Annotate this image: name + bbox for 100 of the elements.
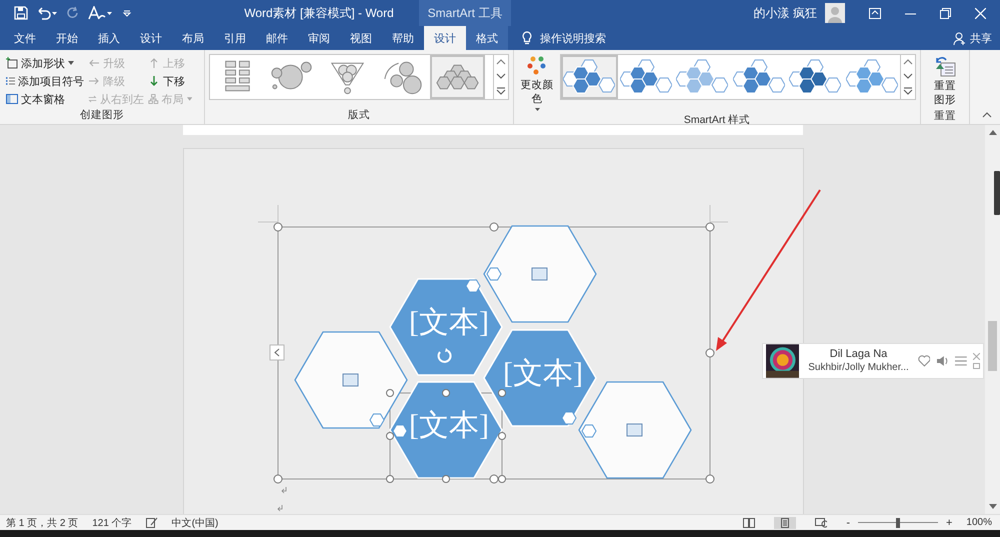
ribbon-tab[interactable]: 设计 (130, 26, 172, 50)
rotate-handle-icon[interactable] (438, 348, 452, 363)
left-arrow-icon (88, 57, 100, 69)
ribbon-tab[interactable]: 邮件 (256, 26, 298, 50)
speaker-icon[interactable] (936, 355, 950, 367)
user-name[interactable]: 的小漾 疯狂 (754, 4, 817, 22)
collapse-ribbon-icon[interactable] (982, 112, 992, 118)
resize-handle[interactable] (442, 475, 450, 483)
resize-handle[interactable] (274, 474, 282, 484)
resize-handle[interactable] (498, 389, 506, 397)
person-icon[interactable] (953, 32, 966, 44)
reset-graphic-button[interactable]: 重置图形 (925, 54, 965, 110)
up-arrow-icon (148, 57, 160, 69)
paragraph-mark-icon (277, 504, 282, 512)
ribbon-command[interactable]: 文本窗格 (4, 90, 86, 108)
small-hexagon (581, 424, 597, 438)
small-hexagon (392, 424, 408, 438)
vertical-scrollbar[interactable] (985, 125, 1000, 514)
side-panel-handle[interactable] (994, 171, 1000, 215)
ribbon-tab[interactable]: 视图 (340, 26, 382, 50)
caret-icon (534, 108, 540, 111)
ribbon-tab[interactable]: 插入 (88, 26, 130, 50)
down-arrow-icon (148, 75, 160, 87)
small-hexagon (465, 280, 481, 292)
scroll-down-icon[interactable] (988, 504, 996, 510)
resize-handle[interactable] (706, 474, 714, 484)
scroll-thumb[interactable] (988, 321, 997, 371)
window-title: Word素材 [兼容模式] - Word (243, 4, 395, 22)
page-count[interactable]: 第 1 页，共 2 页 (6, 516, 78, 530)
mini-mode-icon[interactable] (973, 363, 980, 369)
scroll-up-icon[interactable] (496, 59, 506, 65)
view-button[interactable] (774, 516, 796, 528)
heart-icon[interactable] (918, 355, 930, 367)
view-icon (779, 518, 792, 528)
resize-handle[interactable] (386, 475, 394, 483)
caret-icon (186, 97, 192, 101)
small-hexagon (486, 268, 502, 280)
add-shape-icon (6, 57, 18, 69)
layout-option[interactable] (430, 55, 485, 99)
scroll-up-icon[interactable] (903, 59, 914, 65)
song-artist: Sukhbir/Jolly Mukher... (808, 361, 909, 375)
ribbon-tab[interactable]: 布局 (172, 26, 214, 50)
resize-handle[interactable] (706, 348, 714, 358)
expand-text-pane-icon[interactable] (270, 344, 284, 360)
resize-handle[interactable] (386, 432, 394, 440)
text-format-icon[interactable] (88, 6, 114, 20)
resize-handle[interactable] (490, 222, 498, 232)
scroll-down-icon[interactable] (496, 73, 506, 79)
swap-arrows-icon (88, 93, 97, 105)
ribbon-command[interactable]: 下移 (146, 72, 194, 90)
redo-icon[interactable] (66, 6, 80, 20)
scroll-up-icon[interactable] (988, 129, 996, 135)
bullet-list-icon (6, 75, 15, 87)
group-label: SmartArt 样式 (684, 113, 750, 128)
expand-gallery-icon[interactable] (903, 87, 914, 95)
resize-handle[interactable] (706, 222, 714, 232)
hierarchy-icon (148, 93, 159, 105)
small-hexagon (561, 412, 577, 424)
lightbulb-icon[interactable] (522, 31, 532, 45)
save-icon[interactable] (14, 6, 28, 20)
share-button[interactable]: 共享 (970, 30, 992, 46)
ribbon-command[interactable]: 添加项目符号 (4, 72, 86, 90)
language-indicator[interactable]: 中文(中国) (172, 516, 218, 530)
ribbon-display-icon[interactable] (869, 8, 881, 18)
scroll-down-icon[interactable] (903, 73, 914, 79)
undo-icon[interactable] (36, 6, 58, 20)
color-dots-icon (526, 56, 548, 76)
ribbon-tab[interactable]: 审阅 (298, 26, 340, 50)
ribbon-tab[interactable]: 文件 (4, 26, 46, 50)
resize-handle[interactable] (442, 389, 450, 397)
context-tab-label: SmartArt 工具 (419, 0, 511, 26)
tell-me-search[interactable]: 操作说明搜索 (540, 30, 606, 46)
zoom-in-button[interactable]: + (946, 516, 952, 528)
view-icon (743, 518, 756, 528)
ribbon-tab[interactable]: 帮助 (382, 26, 424, 50)
resize-handle[interactable] (498, 432, 506, 440)
ribbon-command[interactable]: 添加形状 (4, 54, 86, 72)
text-pane-icon (6, 93, 18, 105)
ribbon-tab[interactable]: 格式 (466, 26, 508, 50)
zoom-slider-thumb[interactable] (896, 518, 900, 528)
zoom-out-button[interactable]: - (846, 516, 850, 528)
reset-graphic-icon (933, 56, 957, 78)
song-title: Dil Laga Na (830, 347, 888, 361)
change-colors-button[interactable]: 更改颜色 (518, 54, 556, 113)
proofing-icon[interactable] (146, 517, 158, 528)
restore-icon[interactable] (940, 8, 951, 18)
playlist-icon[interactable] (955, 356, 967, 366)
caret-icon (68, 61, 74, 65)
zoom-percentage[interactable]: 100% (966, 517, 992, 528)
style-option[interactable] (561, 55, 618, 99)
resize-handle[interactable] (274, 222, 282, 232)
word-count[interactable]: 121 个字 (92, 516, 132, 530)
group-label: 重置 (934, 109, 956, 124)
ribbon-tab[interactable]: 引用 (214, 26, 256, 50)
ribbon-tab[interactable]: 开始 (46, 26, 88, 50)
ribbon-tab[interactable]: 设计 (424, 26, 466, 50)
expand-gallery-icon[interactable] (496, 87, 506, 95)
small-hexagon (369, 414, 385, 426)
picture-hexagon[interactable] (294, 331, 408, 429)
resize-handle[interactable] (386, 389, 394, 397)
